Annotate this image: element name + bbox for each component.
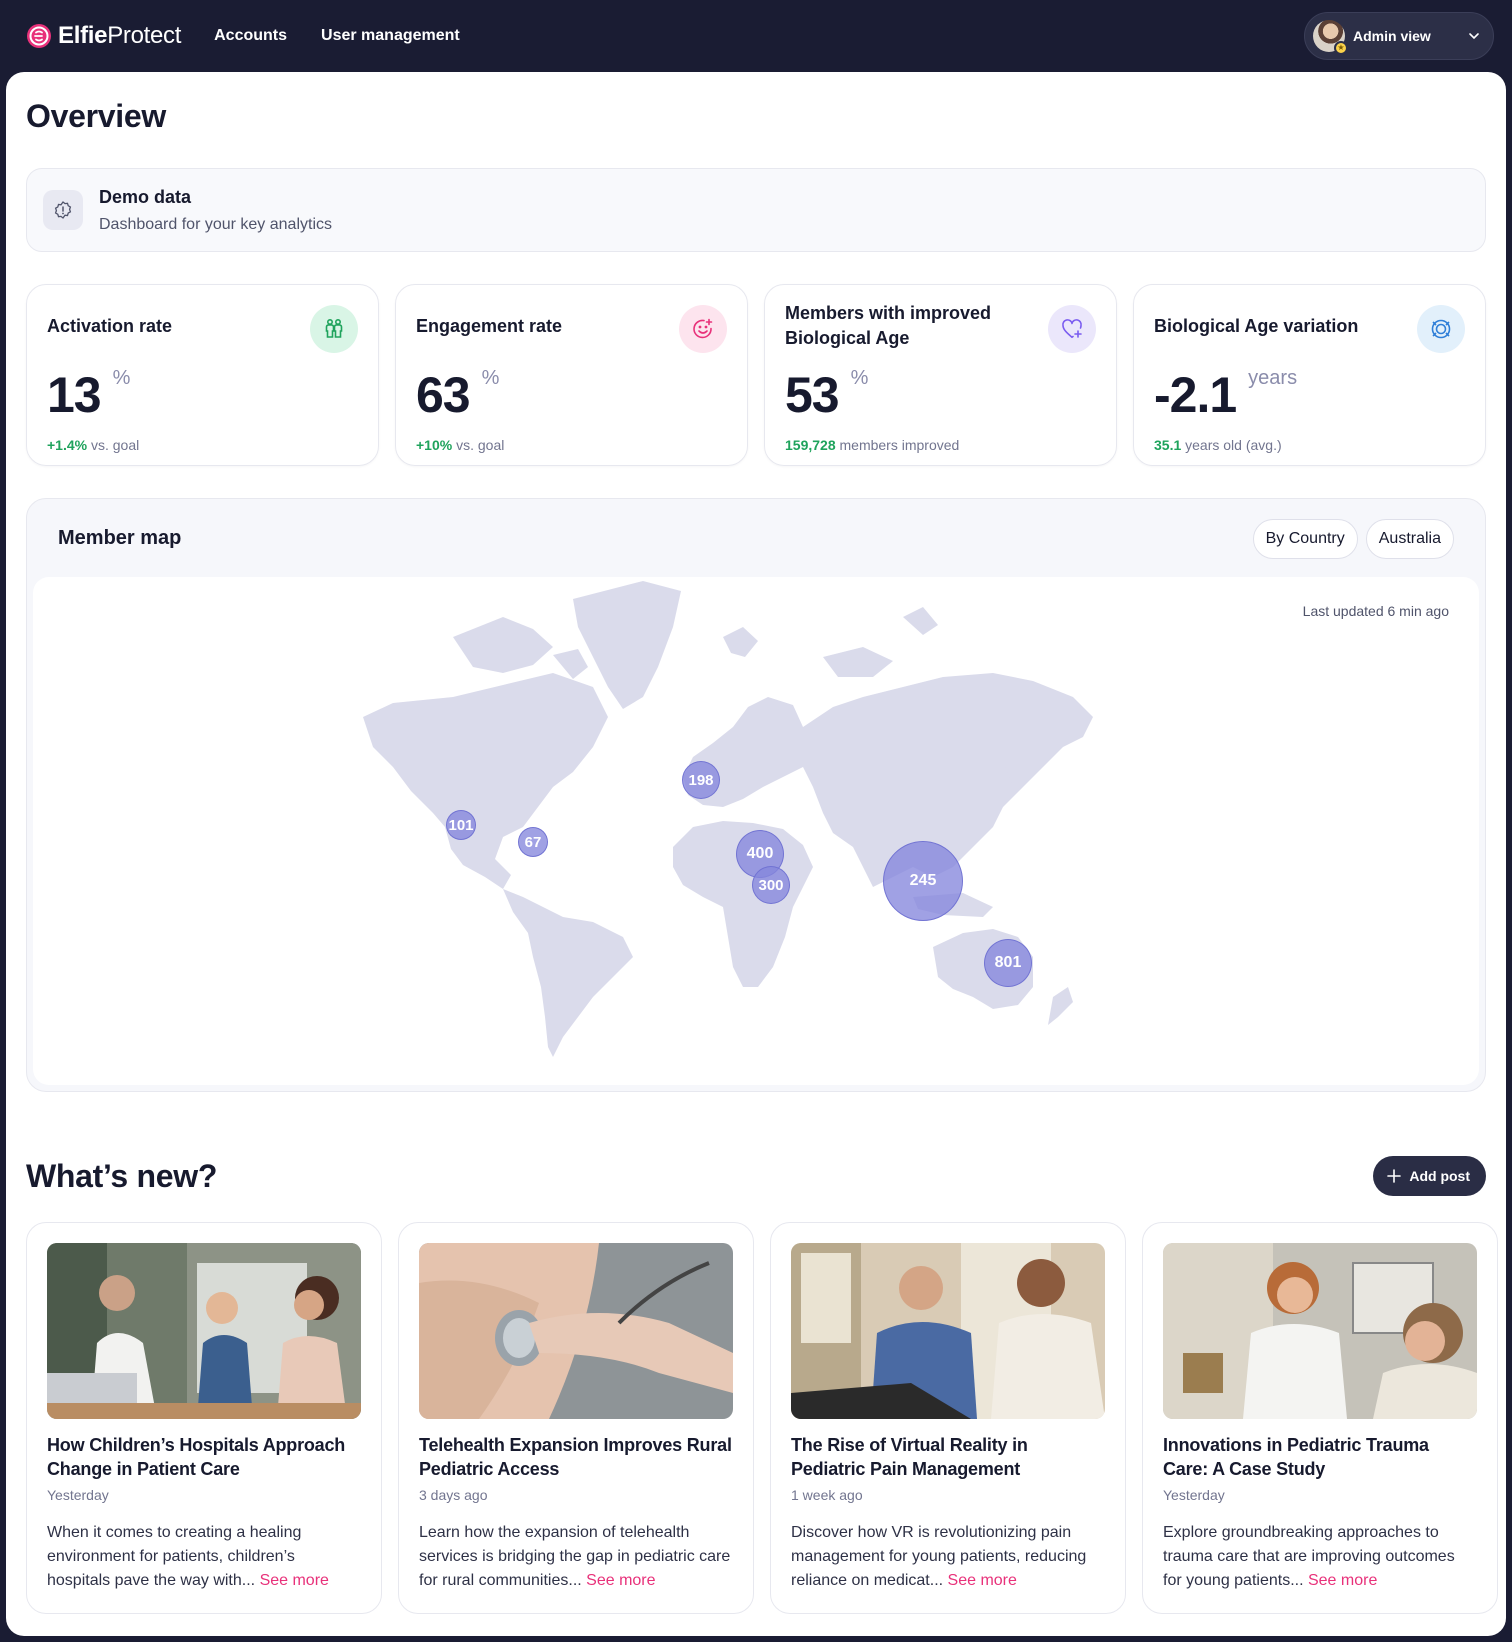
post-card[interactable]: Innovations in Pediatric Trauma Care: A … <box>1142 1222 1498 1614</box>
plus-icon <box>1387 1169 1402 1183</box>
post-card[interactable]: Telehealth Expansion Improves Rural Pedi… <box>398 1222 754 1614</box>
stat-card-bio-age-variation: Biological Age variation -2.1 years 35.1… <box>1133 284 1486 466</box>
star-badge-icon: ★ <box>1334 41 1348 55</box>
post-date: Yesterday <box>1163 1487 1225 1503</box>
admin-view-dropdown[interactable]: ★ Admin view <box>1304 12 1494 60</box>
stat-value: -2.1 <box>1154 367 1237 423</box>
admin-view-label: Admin view <box>1353 28 1431 44</box>
see-more-link[interactable]: See more <box>260 1572 329 1589</box>
posts-row: How Children’s Hospitals Approach Change… <box>26 1222 1498 1614</box>
stat-value: 53 <box>785 367 840 423</box>
elfie-logo-icon <box>27 24 51 48</box>
post-date: 3 days ago <box>419 1487 488 1503</box>
stat-label: Members with improved Biological Age <box>785 303 992 348</box>
stat-footnote: 159,728 members improved <box>785 437 960 453</box>
post-excerpt: Discover how VR is revolutionizing pain … <box>791 1524 1087 1589</box>
map-cluster-801[interactable]: 801 <box>984 939 1032 987</box>
main-content: Overview Demo data Dashboard for your ke… <box>6 72 1506 1636</box>
stat-footnote: +10% vs. goal <box>416 437 505 453</box>
post-card[interactable]: The Rise of Virtual Reality in Pediatric… <box>770 1222 1126 1614</box>
post-image-doctor-consult[interactable] <box>791 1243 1105 1419</box>
filter-by-country[interactable]: By Country <box>1252 519 1358 559</box>
stat-label: Biological Age variation <box>1154 315 1359 336</box>
map-canvas[interactable]: Last updated 6 min ago 198 101 67 400 30… <box>33 577 1479 1085</box>
post-date: Yesterday <box>47 1487 109 1503</box>
demo-subtitle: Dashboard for your key analytics <box>99 215 332 233</box>
stat-value: 63 <box>416 367 471 423</box>
add-post-button[interactable]: Add post <box>1373 1156 1486 1196</box>
filter-australia[interactable]: Australia <box>1365 519 1454 559</box>
stats-row: Activation rate 13 % +1.4% vs. goal Enga… <box>26 284 1486 466</box>
people-icon <box>310 305 358 353</box>
see-more-link[interactable]: See more <box>1308 1572 1377 1589</box>
stat-value: 13 <box>47 367 102 423</box>
stat-label: Activation rate <box>47 315 173 336</box>
post-image-doctor-family[interactable] <box>47 1243 361 1419</box>
map-cluster-245[interactable]: 245 <box>883 841 963 921</box>
post-date: 1 week ago <box>791 1487 863 1503</box>
brand-name: ElfieProtect <box>58 22 182 49</box>
stat-footnote: +1.4% vs. goal <box>47 437 140 453</box>
info-badge-icon <box>43 190 83 230</box>
post-card[interactable]: How Children’s Hospitals Approach Change… <box>26 1222 382 1614</box>
stat-footnote: 35.1 years old (avg.) <box>1154 437 1282 453</box>
map-cluster-101[interactable]: 101 <box>446 810 476 840</box>
target-icon <box>1417 305 1465 353</box>
nav-link-user-management[interactable]: User management <box>321 27 460 45</box>
heart-plus-icon <box>1048 305 1096 353</box>
post-title[interactable]: Telehealth Expansion Improves Rural Pedi… <box>419 1433 733 1481</box>
map-title: Member map <box>58 527 182 549</box>
demo-title: Demo data <box>99 186 192 207</box>
map-cluster-67[interactable]: 67 <box>518 827 548 857</box>
post-title[interactable]: Innovations in Pediatric Trauma Care: A … <box>1163 1433 1477 1481</box>
post-title[interactable]: How Children’s Hospitals Approach Change… <box>47 1433 361 1481</box>
post-excerpt: Learn how the expansion of telehealth se… <box>419 1524 731 1589</box>
avatar: ★ <box>1313 20 1348 55</box>
news-title: What’s new? <box>26 1158 218 1194</box>
stat-unit: years <box>1248 367 1298 389</box>
post-title[interactable]: The Rise of Virtual Reality in Pediatric… <box>791 1433 1105 1481</box>
post-excerpt: When it comes to creating a healing envi… <box>47 1524 329 1589</box>
member-map-card: Member map By Country Australia Last upd… <box>26 498 1486 1092</box>
stat-unit: % <box>481 367 500 389</box>
stat-card-activation-rate: Activation rate 13 % +1.4% vs. goal <box>26 284 379 466</box>
nav-link-accounts[interactable]: Accounts <box>214 27 287 45</box>
brand-logo[interactable]: ElfieProtect <box>26 22 181 50</box>
stat-card-engagement-rate: Engagement rate 63 % +10% vs. goal <box>395 284 748 466</box>
post-excerpt: Explore groundbreaking approaches to tra… <box>1163 1524 1455 1589</box>
see-more-link[interactable]: See more <box>948 1572 1017 1589</box>
see-more-link[interactable]: See more <box>586 1572 655 1589</box>
post-image-stethoscope[interactable] <box>419 1243 733 1419</box>
stat-unit: % <box>112 367 131 389</box>
stat-label: Engagement rate <box>416 315 563 336</box>
map-cluster-198[interactable]: 198 <box>682 761 720 799</box>
stat-unit: % <box>850 367 869 389</box>
add-post-label: Add post <box>1409 1168 1470 1184</box>
map-cluster-300[interactable]: 300 <box>752 866 790 904</box>
stat-card-improved-bio-age: Members with improved Biological Age 53 … <box>764 284 1117 466</box>
chevron-down-icon <box>1469 33 1479 40</box>
top-navigation: ElfieProtect Accounts User management ★ … <box>0 0 1512 72</box>
page-title: Overview <box>26 98 166 134</box>
map-filters: By Country Australia <box>1252 519 1454 559</box>
demo-data-banner: Demo data Dashboard for your key analyti… <box>26 168 1486 252</box>
smile-plus-icon <box>679 305 727 353</box>
post-image-nurse-patient[interactable] <box>1163 1243 1477 1419</box>
